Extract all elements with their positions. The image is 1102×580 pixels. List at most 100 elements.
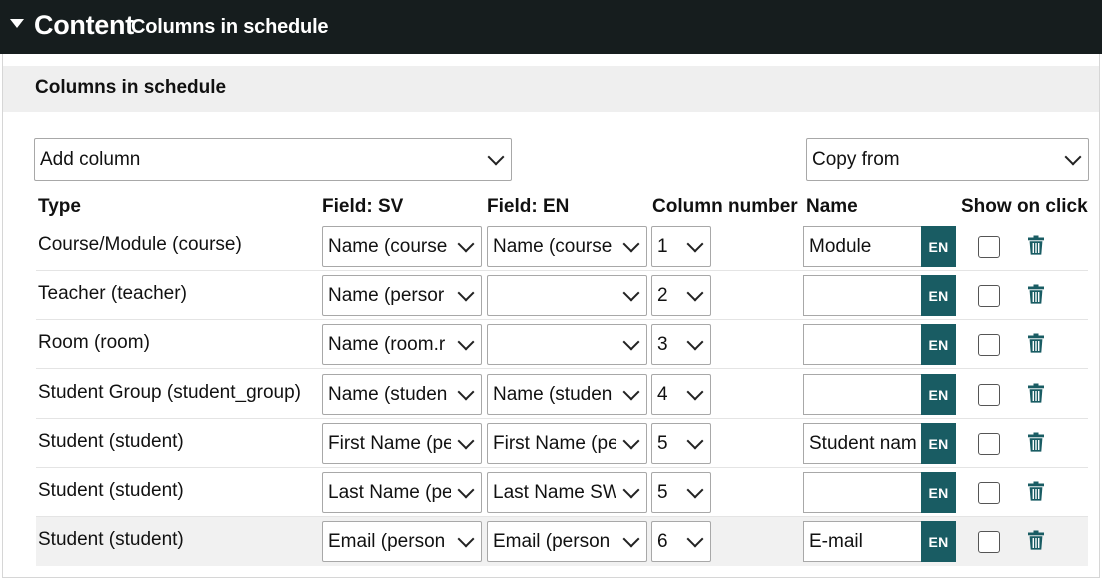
trash-icon[interactable] [1028,235,1044,255]
column-number-select[interactable]: 5 [651,472,711,513]
column-number-select-value: 6 [657,530,668,552]
show-on-click-checkbox[interactable] [978,384,1000,406]
column-header-type: Type [38,196,81,217]
language-en-button[interactable]: EN [921,226,956,267]
column-name-input[interactable] [803,472,921,513]
chevron-down-icon [686,481,704,498]
column-number-select[interactable]: 2 [651,275,711,316]
trash-icon[interactable] [1028,530,1044,550]
row-type: Student (student) [38,431,184,452]
language-en-button[interactable]: EN [921,472,956,513]
language-en-button[interactable]: EN [921,275,956,316]
field-sv-select[interactable]: Email (person [322,521,482,562]
row-type: Course/Module (course) [38,234,242,255]
language-en-button[interactable]: EN [921,423,956,464]
language-en-button[interactable]: EN [921,374,956,415]
field-en-select[interactable] [487,275,647,316]
column-number-select[interactable]: 6 [651,521,711,562]
chevron-down-icon [622,284,640,301]
field-sv-select[interactable]: Name (persor [322,275,482,316]
field-en-select-value: First Name (pe [493,432,616,454]
field-sv-select-value: Name (persor [328,284,445,306]
chevron-down-icon [686,284,704,301]
show-on-click-checkbox[interactable] [978,334,1000,356]
field-en-select-value: Name (course [493,235,613,257]
chevron-down-icon [457,235,475,252]
field-en-select-value: Email (person [493,530,611,552]
field-en-select-value: Last Name SW [493,481,616,503]
section-subtitle: Columns in schedule [131,16,329,38]
trash-icon[interactable] [1028,284,1044,304]
field-sv-select[interactable]: Last Name (pe [322,472,482,513]
language-en-button[interactable]: EN [921,324,956,365]
column-name-input[interactable]: E-mail [803,521,921,562]
field-en-select[interactable] [487,324,647,365]
field-sv-select-value: Last Name (pe [328,481,451,503]
chevron-down-icon [622,383,640,400]
chevron-down-icon [487,148,505,165]
chevron-down-icon [686,432,704,449]
trash-icon[interactable] [1028,333,1044,353]
chevron-down-icon [457,481,475,498]
add-column-select[interactable]: Add column [34,138,512,181]
field-sv-select[interactable]: Name (course [322,226,482,267]
field-en-select-value: Name (studen [493,383,613,405]
trash-icon[interactable] [1028,481,1044,501]
chevron-down-icon [457,432,475,449]
column-name-value: Module [809,235,872,257]
column-name-input[interactable]: Student nam [803,423,921,464]
column-number-select-value: 5 [657,481,668,503]
chevron-down-icon [686,333,704,350]
trash-icon[interactable] [1028,432,1044,452]
column-number-select-value: 2 [657,284,668,306]
chevron-down-icon [622,481,640,498]
column-name-value: E-mail [809,530,863,552]
column-number-select-value: 3 [657,333,668,355]
field-en-select[interactable]: First Name (pe [487,423,647,464]
row-divider [36,368,1088,369]
column-name-input[interactable] [803,324,921,365]
section-title: Content [34,10,134,40]
trash-icon[interactable] [1028,383,1044,403]
field-en-select[interactable]: Last Name SW [487,472,647,513]
field-sv-select[interactable]: Name (studen [322,374,482,415]
language-en-button[interactable]: EN [921,521,956,562]
chevron-down-icon [622,333,640,350]
caret-down-icon[interactable] [10,19,24,28]
field-en-select[interactable]: Name (studen [487,374,647,415]
section-header[interactable]: Content Columns in schedule [0,0,1102,54]
field-en-select[interactable]: Email (person [487,521,647,562]
chevron-down-icon [686,530,704,547]
column-number-select-value: 4 [657,383,668,405]
show-on-click-checkbox[interactable] [978,236,1000,258]
copy-from-select[interactable]: Copy from [806,138,1089,181]
column-number-select[interactable]: 4 [651,374,711,415]
show-on-click-checkbox[interactable] [978,433,1000,455]
show-on-click-checkbox[interactable] [978,285,1000,307]
row-type: Room (room) [38,332,150,353]
show-on-click-checkbox[interactable] [978,482,1000,504]
column-number-select[interactable]: 3 [651,324,711,365]
add-column-label: Add column [40,148,141,170]
column-name-value: Student nam [809,432,917,454]
column-name-input[interactable] [803,374,921,415]
field-sv-select[interactable]: First Name (pe [322,423,482,464]
row-type: Student (student) [38,529,184,550]
row-type: Student (student) [38,480,184,501]
show-on-click-checkbox[interactable] [978,531,1000,553]
field-en-select[interactable]: Name (course [487,226,647,267]
column-header-show-on-click: Show on click [961,196,1088,217]
chevron-down-icon [622,530,640,547]
column-name-input[interactable] [803,275,921,316]
chevron-down-icon [686,383,704,400]
chevron-down-icon [686,235,704,252]
column-number-select[interactable]: 1 [651,226,711,267]
panel-header: Columns in schedule [3,66,1099,112]
field-sv-select-value: Name (studen [328,383,448,405]
field-sv-select[interactable]: Name (room.r [322,324,482,365]
chevron-down-icon [457,333,475,350]
column-name-input[interactable]: Module [803,226,921,267]
chevron-down-icon [457,530,475,547]
column-number-select[interactable]: 5 [651,423,711,464]
column-header-name: Name [806,196,858,217]
